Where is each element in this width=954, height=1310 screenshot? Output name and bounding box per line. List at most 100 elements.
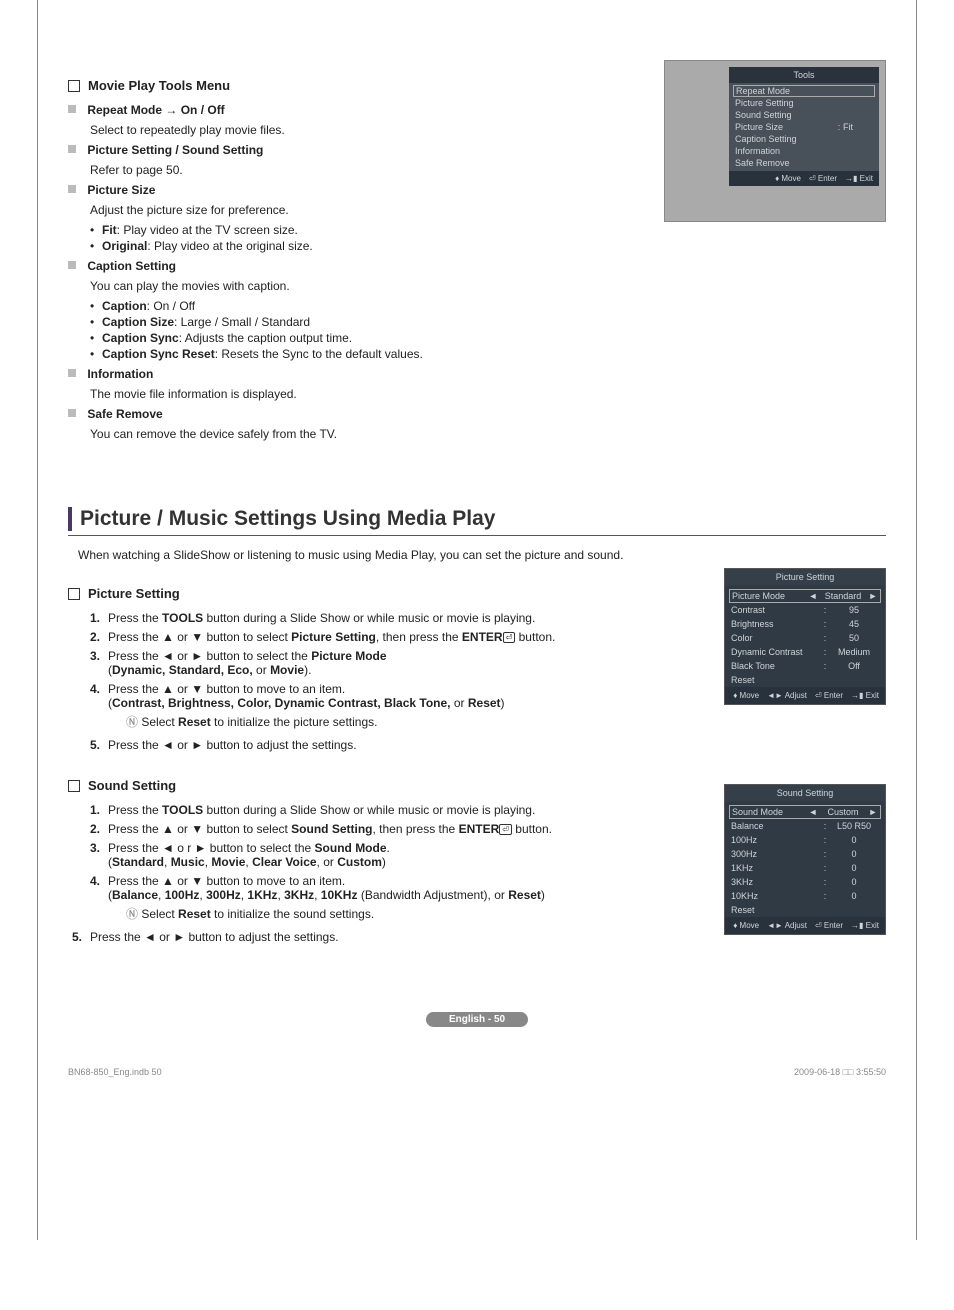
item-title: Picture Size [87,183,155,197]
move-hint: ♦ Move [733,691,759,700]
print-foot-right: 2009-06-18 □□ 3:55:50 [794,1067,886,1077]
checkbox-icon [68,780,80,792]
item-desc: Select to repeatedly play movie files. [90,123,644,137]
bullet-list: Fit: Play video at the TV screen size. O… [90,223,644,253]
osd-row-selected: Repeat Mode [733,85,875,97]
left-arrow-icon: ◄ [808,807,818,817]
item-title: Caption Setting [87,259,176,273]
osd-row: Reset [725,903,885,917]
osd-row: 1KHz:0 [725,861,885,875]
section-heading-sound-setting: Sound Setting [68,778,704,793]
square-bullet-icon [68,105,76,113]
osd-footer: ♦ Move ◄► Adjust ⏎ Enter →▮ Exit [725,687,885,704]
osd-row-selected: Picture Mode◄Standard► [729,589,881,603]
list-item: 4.Press the ▲ or ▼ button to move to an … [90,874,704,925]
page-number-badge: English - 50 [426,1012,528,1027]
ordered-list: 1.Press the TOOLS button during a Slide … [90,803,704,944]
square-bullet-icon [68,409,76,417]
osd-row: Picture Size:Fit [729,121,879,133]
osd-row: Reset [725,673,885,687]
heading-text: Sound Setting [88,778,176,793]
item-repeat-mode: Repeat Mode → On / Off [68,103,644,117]
bullet-item: Caption: On / Off [90,299,644,313]
osd-row: Picture Setting [729,97,879,109]
osd-title: Tools [729,67,879,83]
bullet-item: Fit: Play video at the TV screen size. [90,223,644,237]
enter-hint: ⏎ Enter [809,174,837,183]
item-desc: Refer to page 50. [90,163,644,177]
list-item: 3.Press the ◄ o r ► button to select the… [90,841,704,869]
item-desc: You can play the movies with caption. [90,279,644,293]
major-heading-text: Picture / Music Settings Using Media Pla… [80,507,495,531]
list-item: 5.Press the ◄ or ► button to adjust the … [90,738,704,752]
picture-setting-osd: Picture Setting Picture Mode◄Standard► C… [724,568,886,705]
osd-row-selected: Sound Mode◄Custom► [729,805,881,819]
osd-row: Caption Setting [729,133,879,145]
item-title: Information [87,367,153,381]
heading-text: Picture Setting [88,586,180,601]
enter-icon: ⏎ [503,632,516,643]
list-item: 2.Press the ▲ or ▼ button to select Soun… [90,822,704,836]
item-title: Repeat Mode → On / Off [87,103,224,117]
adjust-hint: ◄► Adjust [767,691,807,700]
checkbox-icon [68,588,80,600]
exit-hint: →▮ Exit [845,174,873,183]
adjust-hint: ◄► Adjust [767,921,807,930]
left-arrow-icon: ◄ [808,591,818,601]
right-arrow-icon: ► [868,807,878,817]
list-item: 4.Press the ▲ or ▼ button to move to an … [90,682,704,733]
note: Select Reset to initialize the picture s… [126,713,704,730]
checkbox-icon [68,80,80,92]
osd-row: 10KHz:0 [725,889,885,903]
osd-row: Black Tone:Off [725,659,885,673]
section-heading-picture-setting: Picture Setting [68,586,704,601]
heading-text: Movie Play Tools Menu [88,78,230,93]
move-hint: ♦ Move [775,174,801,183]
list-item: 1.Press the TOOLS button during a Slide … [90,803,704,817]
osd-row: Contrast:95 [725,603,885,617]
exit-hint: →▮ Exit [851,691,879,700]
bullet-item: Caption Size: Large / Small / Standard [90,315,644,329]
item-caption-setting: Caption Setting [68,259,644,273]
osd-footer: ♦ Move ⏎ Enter →▮ Exit [729,171,879,186]
square-bullet-icon [68,185,76,193]
osd-row: Safe Remove [729,157,879,169]
print-footer: BN68-850_Eng.indb 50 2009-06-18 □□ 3:55:… [68,1067,886,1077]
tools-osd: Tools Repeat Mode Picture Setting Sound … [729,67,879,186]
list-item: 5.Press the ◄ or ► button to adjust the … [72,930,704,944]
enter-hint: ⏎ Enter [815,921,843,930]
square-bullet-icon [68,369,76,377]
print-foot-left: BN68-850_Eng.indb 50 [68,1067,162,1077]
right-arrow-icon: ► [868,591,878,601]
osd-title: Sound Setting [725,785,885,801]
osd-row: 3KHz:0 [725,875,885,889]
osd-footer: ♦ Move ◄► Adjust ⏎ Enter →▮ Exit [725,917,885,934]
bullet-item: Caption Sync: Adjusts the caption output… [90,331,644,345]
heading-accent [68,507,72,531]
ordered-list: 1.Press the TOOLS button during a Slide … [90,611,704,752]
list-item: 3.Press the ◄ or ► button to select the … [90,649,704,677]
square-bullet-icon [68,145,76,153]
note: Select Reset to initialize the sound set… [126,905,704,922]
osd-row: Brightness:45 [725,617,885,631]
item-desc: The movie file information is displayed. [90,387,644,401]
enter-icon: ⏎ [499,824,512,835]
osd-row: Sound Setting [729,109,879,121]
square-bullet-icon [68,261,76,269]
section-heading-movie-tools: Movie Play Tools Menu [68,78,644,93]
major-heading: Picture / Music Settings Using Media Pla… [68,507,886,536]
osd-row: Information [729,145,879,157]
move-hint: ♦ Move [733,921,759,930]
item-title: Picture Setting / Sound Setting [87,143,263,157]
item-information: Information [68,367,644,381]
osd-row: Dynamic Contrast:Medium [725,645,885,659]
item-picture-size: Picture Size [68,183,644,197]
list-item: 1.Press the TOOLS button during a Slide … [90,611,704,625]
list-item: 2.Press the ▲ or ▼ button to select Pict… [90,630,704,644]
bullet-item: Caption Sync Reset: Resets the Sync to t… [90,347,644,361]
exit-hint: →▮ Exit [851,921,879,930]
bullet-list: Caption: On / Off Caption Size: Large / … [90,299,644,361]
item-desc: You can remove the device safely from th… [90,427,644,441]
osd-title: Picture Setting [725,569,885,585]
manual-page: Movie Play Tools Menu Repeat Mode → On /… [37,0,917,1240]
